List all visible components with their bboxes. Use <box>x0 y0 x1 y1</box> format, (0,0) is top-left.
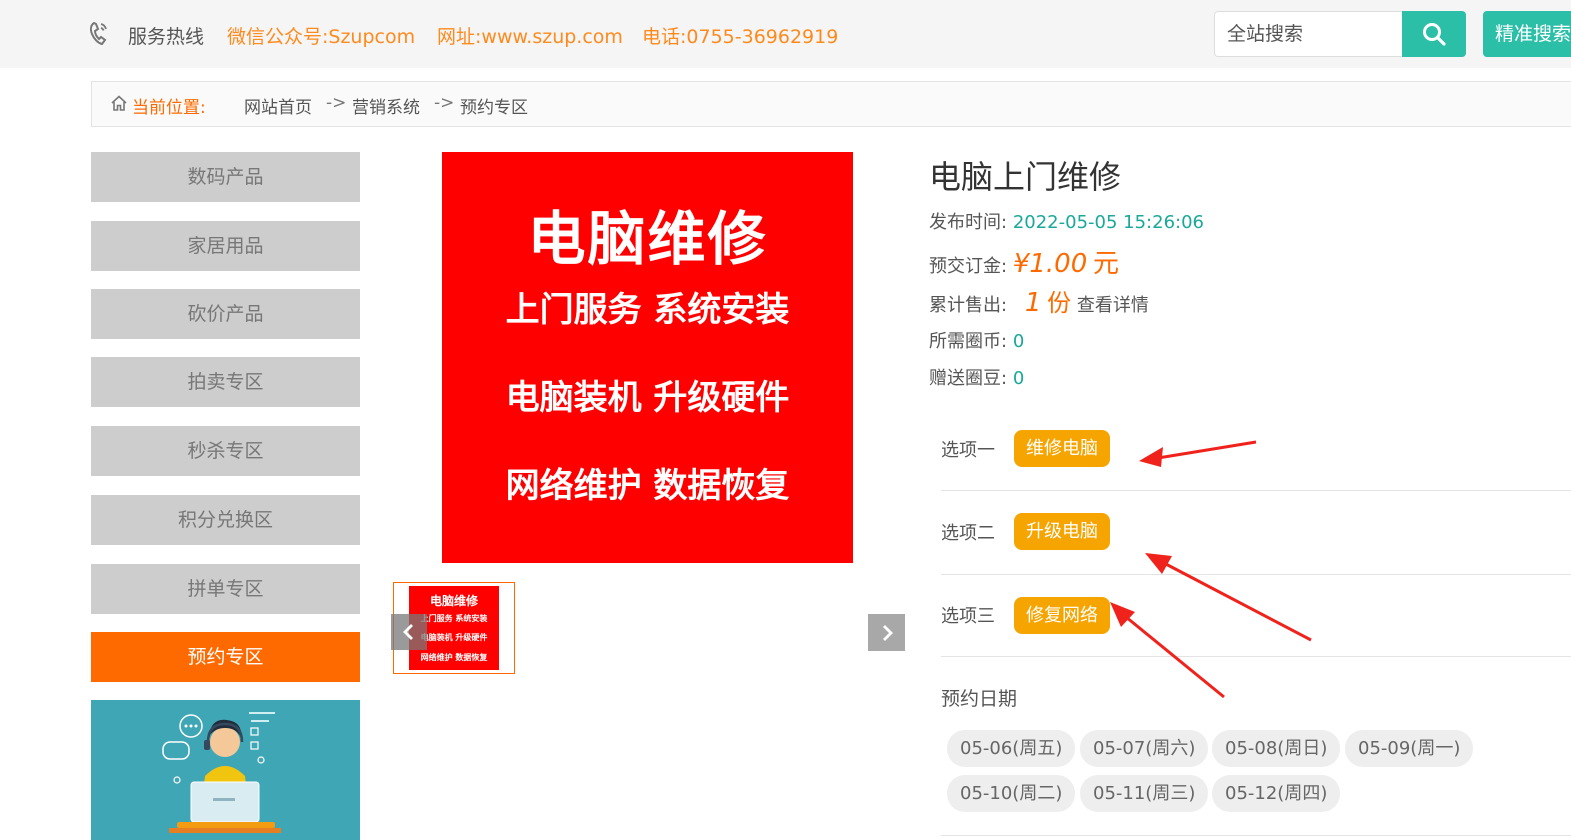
annotation-arrow <box>1139 440 1257 467</box>
coin-value: 0 <box>1012 331 1025 352</box>
breadcrumb-separator: -> <box>434 93 455 113</box>
publish-time-row: 发布时间: 2022-05-05 15:26:06 <box>929 208 1204 234</box>
poster-line: 上门服务 系统安装 <box>505 290 790 330</box>
publish-time-label: 发布时间: <box>929 212 1008 233</box>
bean-label: 赠送圈豆: <box>929 368 1008 389</box>
option-label: 选项二 <box>941 523 995 544</box>
chevron-left-icon <box>403 624 413 640</box>
publish-time-value: 2022-05-05 15:26:06 <box>1012 212 1204 233</box>
bean-row: 赠送圈豆: 0 <box>929 364 1024 390</box>
breadcrumb-label: 当前位置: <box>132 98 206 118</box>
thumbnail-line: 网络维护 数据恢复 <box>420 653 488 662</box>
product-main-image: 电脑维修 上门服务 系统安装 电脑装机 升级硬件 网络维护 数据恢复 <box>442 152 853 563</box>
breadcrumb-marketing[interactable]: 营销系统 <box>352 93 420 118</box>
divider <box>941 835 1571 836</box>
option-label: 选项一 <box>941 440 995 461</box>
annotation-arrow <box>1145 553 1312 642</box>
website-link[interactable]: 网址:www.szup.com <box>437 22 623 49</box>
breadcrumb: 当前位置: 网站首页 -> 营销系统 -> 预约专区 <box>91 81 1571 127</box>
search-icon <box>1423 23 1446 46</box>
annotation-arrow <box>1110 602 1225 699</box>
breadcrumb-home[interactable]: 网站首页 <box>244 93 312 118</box>
poster-title: 电脑维修 <box>527 205 768 273</box>
sidebar-item-group-buy[interactable]: 拼单专区 <box>91 564 360 614</box>
deposit-label: 预交订金: <box>929 256 1008 277</box>
view-details-link[interactable]: 查看详情 <box>1077 295 1149 316</box>
date-option[interactable]: 05-10(周二) <box>947 775 1076 812</box>
sold-row: 累计售出: 1 份 查看详情 <box>929 283 1149 318</box>
product-title: 电脑上门维修 <box>929 158 1122 196</box>
option-fix-network[interactable]: 修复网络 <box>1014 597 1110 634</box>
hotline-label: 服务热线 <box>128 26 205 48</box>
divider <box>941 656 1571 657</box>
divider <box>941 574 1571 575</box>
sold-value: 1 <box>1024 288 1042 318</box>
customer-service-illustration <box>162 712 281 833</box>
sidebar-item-bargain[interactable]: 砍价产品 <box>91 289 360 339</box>
prev-image-button[interactable] <box>391 614 427 650</box>
date-option[interactable]: 05-06(周五) <box>947 730 1076 767</box>
sold-label: 累计售出: <box>929 295 1008 316</box>
search-button[interactable] <box>1402 11 1466 57</box>
sidebar-item-digital[interactable]: 数码产品 <box>91 152 360 202</box>
search-input[interactable] <box>1214 11 1402 57</box>
date-option[interactable]: 05-12(周四) <box>1212 775 1341 812</box>
date-option[interactable]: 05-11(周三) <box>1080 775 1209 812</box>
deposit-value: ¥1.00 <box>1012 249 1088 279</box>
wechat-account: 微信公众号:Szupcom <box>227 26 416 48</box>
sidebar-item-flash-sale[interactable]: 秒杀专区 <box>91 426 360 476</box>
breadcrumb-separator: -> <box>326 93 347 113</box>
sidebar-item-points[interactable]: 积分兑换区 <box>91 495 360 545</box>
thumbnail-title: 电脑维修 <box>429 594 478 608</box>
next-image-button[interactable] <box>868 614 905 651</box>
chevron-right-icon <box>882 624 893 641</box>
option-repair-pc[interactable]: 维修电脑 <box>1014 430 1110 467</box>
breadcrumb-booking[interactable]: 预约专区 <box>460 93 528 118</box>
phone-number: 电话:0755-36962919 <box>642 26 839 48</box>
coin-label: 所需圈币: <box>929 331 1008 352</box>
top-bar: 服务热线 微信公众号:Szupcom 网址:www.szup.com 电话:07… <box>0 0 1571 68</box>
customer-service-banner[interactable] <box>91 700 360 840</box>
date-option[interactable]: 05-09(周一) <box>1345 730 1474 767</box>
poster-line: 电脑装机 升级硬件 <box>505 378 790 418</box>
divider <box>941 490 1571 491</box>
sidebar-item-home-goods[interactable]: 家居用品 <box>91 221 360 271</box>
precise-search-button[interactable]: 精准搜索 <box>1483 11 1571 57</box>
sidebar-item-booking[interactable]: 预约专区 <box>91 632 360 682</box>
coin-row: 所需圈币: 0 <box>929 327 1024 353</box>
option-upgrade-pc[interactable]: 升级电脑 <box>1014 513 1110 550</box>
phone-icon <box>89 21 107 46</box>
sold-unit: 份 <box>1047 289 1072 317</box>
booking-date-title: 预约日期 <box>941 688 1018 710</box>
bean-value: 0 <box>1012 368 1025 389</box>
sidebar-item-auction[interactable]: 拍卖专区 <box>91 357 360 407</box>
home-icon <box>111 95 127 111</box>
poster-line: 网络维护 数据恢复 <box>505 466 790 506</box>
search-box <box>1214 11 1466 57</box>
deposit-unit: 元 <box>1092 249 1119 279</box>
option-label: 选项三 <box>941 606 995 627</box>
date-option[interactable]: 05-07(周六) <box>1080 730 1209 767</box>
deposit-row: 预交订金: ¥1.00 元 <box>929 243 1119 280</box>
date-option[interactable]: 05-08(周日) <box>1212 730 1341 767</box>
